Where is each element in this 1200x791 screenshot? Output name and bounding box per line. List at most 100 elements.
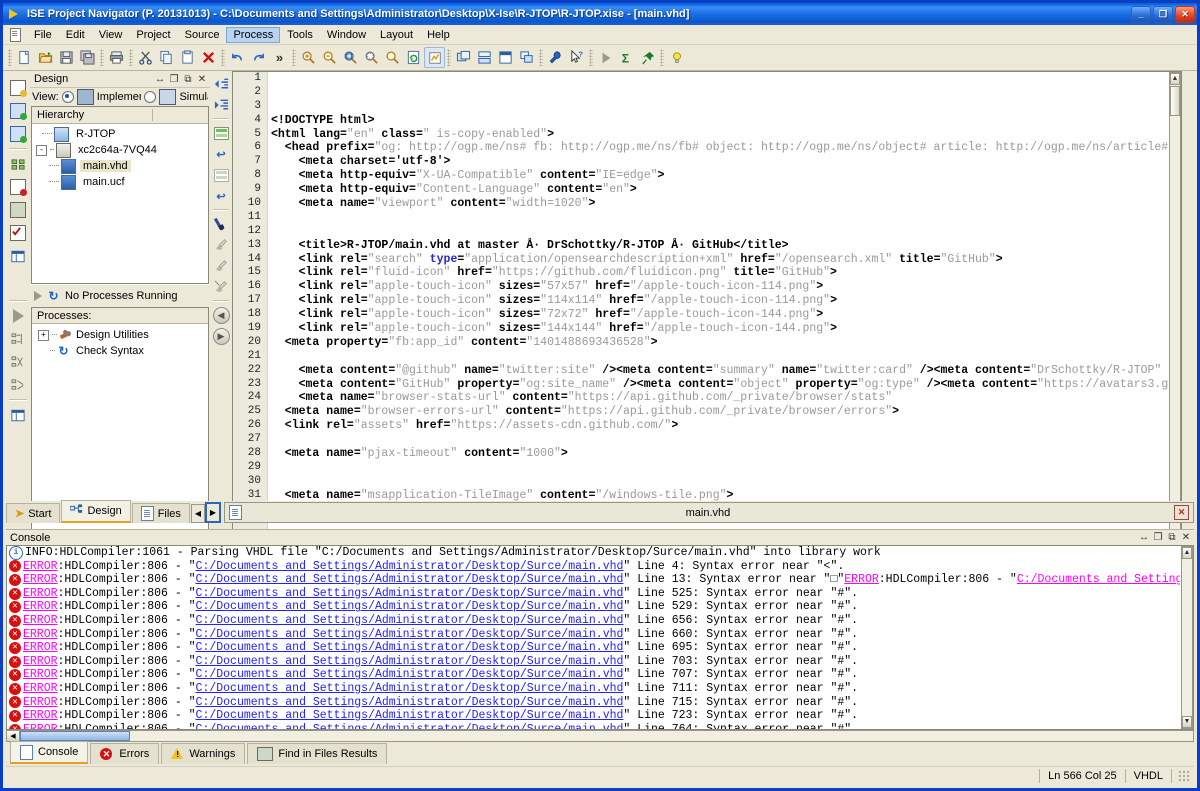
maximize-icon[interactable]: ❐ <box>1152 532 1164 544</box>
hierarchy-node-main-ucf[interactable]: main.ucf <box>32 174 208 190</box>
tab-files[interactable]: Files <box>132 503 190 523</box>
help-pointer-icon[interactable]: ? <box>566 47 587 68</box>
console-line[interactable]: ✕ERROR:HDLCompiler:806 - "C:/Documents a… <box>7 682 1180 696</box>
editor-file-tab[interactable]: main.vhd ✕ <box>224 502 1194 523</box>
code-line[interactable] <box>268 461 1181 475</box>
menu-help[interactable]: Help <box>420 27 457 43</box>
process-properties-icon[interactable] <box>7 328 29 350</box>
uncomment-icon[interactable] <box>211 256 231 276</box>
copy-icon[interactable] <box>156 47 177 68</box>
zoom-selection-icon[interactable] <box>361 47 382 68</box>
design-utilities-icon[interactable] <box>7 199 29 221</box>
scroll-left-arrow[interactable]: ◀ <box>7 731 20 741</box>
save-all-icon[interactable] <box>77 47 98 68</box>
window-tile-icon[interactable] <box>453 47 474 68</box>
bookmark-next-icon[interactable]: ↩ <box>211 186 231 206</box>
scroll-down-arrow[interactable]: ▼ <box>1182 716 1192 728</box>
bookmark-dim-icon[interactable] <box>211 165 231 185</box>
zoom-out-icon[interactable] <box>319 47 340 68</box>
design-summary-icon[interactable] <box>424 47 445 68</box>
code-line[interactable]: <meta content="@github" name="twitter:si… <box>268 364 1181 378</box>
cut-icon[interactable] <box>135 47 156 68</box>
maximize-button[interactable]: ❐ <box>1153 6 1173 23</box>
zoom-in-icon[interactable] <box>298 47 319 68</box>
more-chevrons-icon[interactable]: » <box>269 47 290 68</box>
menu-tools[interactable]: Tools <box>280 27 320 43</box>
refresh-icon[interactable] <box>403 47 424 68</box>
code-line[interactable]: <meta property="fb:app_id" content="1401… <box>268 336 1181 350</box>
console-tab-errors[interactable]: ✕ Errors <box>90 743 159 764</box>
file-path-link[interactable]: C:/Documents and Settings/Administrator/… <box>196 560 624 574</box>
code-line[interactable]: <head prefix="og: http://ogp.me/ns# fb: … <box>268 141 1181 155</box>
process-item-check-syntax[interactable]: ↻ Check Syntax <box>32 343 208 359</box>
delete-icon[interactable] <box>198 47 219 68</box>
add-copy-source-icon[interactable] <box>7 123 29 145</box>
scroll-thumb[interactable] <box>1170 86 1180 116</box>
print-icon[interactable] <box>106 47 127 68</box>
file-path-link[interactable]: C:/Documents and Settings/Administrator/… <box>196 655 624 669</box>
process-rerun-all-icon[interactable] <box>7 374 29 396</box>
view-option-simulation[interactable]: Simulat <box>179 91 208 103</box>
console-line[interactable]: ✕ERROR:HDLCompiler:806 - "C:/Documents a… <box>7 600 1180 614</box>
console-line[interactable]: ✕ERROR:HDLCompiler:806 - "C:/Documents a… <box>7 573 1180 587</box>
comment-icon[interactable] <box>211 235 231 255</box>
restore-icon[interactable]: ⧉ <box>182 73 194 85</box>
code-line[interactable]: <link rel="search" type="application/ope… <box>268 253 1181 267</box>
resize-grip[interactable] <box>1178 770 1190 782</box>
console-tab-warnings[interactable]: Warnings <box>161 743 245 764</box>
file-path-link[interactable]: C:/Documents and Settings/Administrator/… <box>196 723 624 729</box>
code-line[interactable]: <meta http-equiv="X-UA-Compatible" conte… <box>268 169 1181 183</box>
file-path-link[interactable]: C:/Documents and Settings/Administrator/… <box>196 587 624 601</box>
close-icon[interactable]: ✕ <box>1180 532 1192 544</box>
file-path-link[interactable]: C:/Documents and Settings/Administrator/… <box>196 614 624 628</box>
undo-icon[interactable] <box>227 47 248 68</box>
design-goals-icon[interactable] <box>7 176 29 198</box>
code-line[interactable] <box>268 211 1181 225</box>
code-line[interactable]: <meta name="browser-stats-url" content="… <box>268 391 1181 405</box>
file-path-link[interactable]: C:/Documents and Settings/Administrator/… <box>196 682 624 696</box>
code-line[interactable]: <link rel="apple-touch-icon" sizes="57x5… <box>268 280 1181 294</box>
run-icon[interactable] <box>595 47 616 68</box>
dock-arrows-icon[interactable]: ↔ <box>1138 532 1150 544</box>
tab-start[interactable]: ➤ Start <box>6 503 60 523</box>
code-line[interactable] <box>268 86 1181 100</box>
radio-simulation[interactable] <box>144 91 156 103</box>
maximize-icon[interactable]: ❐ <box>168 73 180 85</box>
process-panel-icon[interactable] <box>7 404 29 426</box>
console-line[interactable]: ✕ERROR:HDLCompiler:806 - "C:/Documents a… <box>7 641 1180 655</box>
minimize-button[interactable]: _ <box>1131 6 1151 23</box>
menu-project[interactable]: Project <box>129 27 177 43</box>
user-constraints-icon[interactable] <box>7 222 29 244</box>
code-line[interactable]: <meta content="GitHub" property="og:site… <box>268 378 1181 392</box>
bookmark-icon[interactable] <box>211 123 231 143</box>
nav-back-icon[interactable]: ◀ <box>211 305 231 325</box>
code-line[interactable] <box>268 350 1181 364</box>
restore-icon[interactable]: ⧉ <box>1166 532 1178 544</box>
scroll-up-arrow[interactable]: ▲ <box>1170 73 1180 85</box>
console-line[interactable]: ✕ERROR:HDLCompiler:806 - "C:/Documents a… <box>7 560 1180 574</box>
file-path-link[interactable]: C:/Documents and Settings/Administrator/… <box>196 696 624 710</box>
dock-arrows-icon[interactable]: ↔ <box>154 73 166 85</box>
console-output[interactable]: iINFO:HDLCompiler:1061 - Parsing VHDL fi… <box>6 545 1194 730</box>
code-line[interactable]: <meta name="pjax-timeout" content="1000"… <box>268 447 1181 461</box>
radio-implementation[interactable] <box>62 91 74 103</box>
expander-minus[interactable]: - <box>36 145 47 156</box>
tab-nav-next[interactable]: ▶ <box>205 502 221 523</box>
code-line[interactable] <box>268 225 1181 239</box>
toolbar-gripper[interactable] <box>8 49 12 66</box>
code-line[interactable]: <meta name="viewport" content="width=102… <box>268 197 1181 211</box>
code-line[interactable]: <title>R-JTOP/main.vhd at master Å· DrSc… <box>268 239 1181 253</box>
console-line[interactable]: ✕ERROR:HDLCompiler:806 - "C:/Documents a… <box>7 696 1180 710</box>
file-path-link[interactable]: C:/Documents and Settings/Administrator/… <box>196 641 624 655</box>
console-tab-console[interactable]: Console <box>10 741 88 764</box>
code-line[interactable]: <meta name="browser-errors-url" content=… <box>268 405 1181 419</box>
file-tab-close-icon[interactable]: ✕ <box>1174 505 1189 520</box>
view-option-implementation[interactable]: Implementa <box>97 91 142 103</box>
console-vertical-scrollbar[interactable]: ▲ ▼ <box>1181 546 1193 729</box>
console-line[interactable]: ✕ERROR:HDLCompiler:806 - "C:/Documents a… <box>7 668 1180 682</box>
code-line[interactable]: <meta http-equiv="Content-Language" cont… <box>268 183 1181 197</box>
code-line[interactable]: <link rel="apple-touch-icon" sizes="144x… <box>268 322 1181 336</box>
menu-source[interactable]: Source <box>178 27 227 43</box>
zoom-pan-icon[interactable] <box>382 47 403 68</box>
file-path-link[interactable]: C:/Documents and Settings/Administrator/… <box>196 668 624 682</box>
